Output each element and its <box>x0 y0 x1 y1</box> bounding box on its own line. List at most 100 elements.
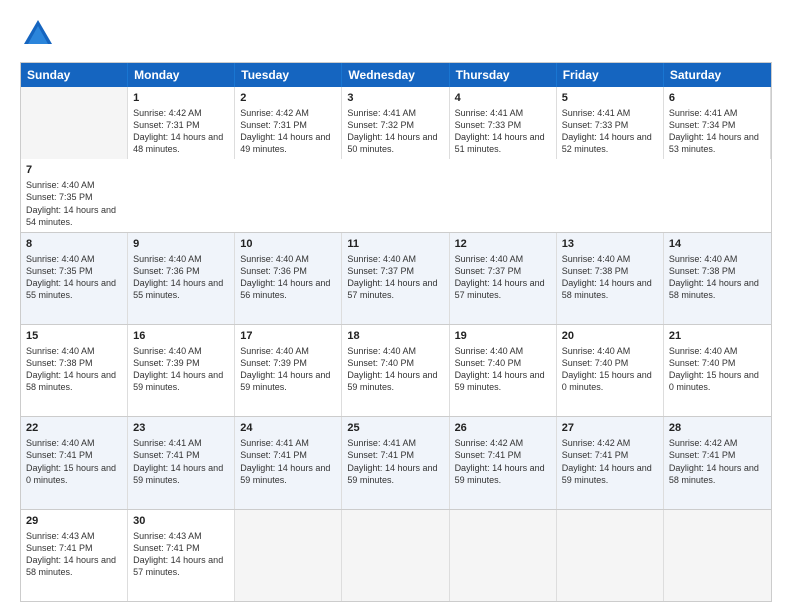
cell-info: Sunrise: 4:40 AMSunset: 7:40 PMDaylight:… <box>455 345 551 394</box>
calendar-row-2: 8Sunrise: 4:40 AMSunset: 7:35 PMDaylight… <box>21 232 771 324</box>
cell-info: Sunrise: 4:42 AMSunset: 7:41 PMDaylight:… <box>455 437 551 486</box>
day-number: 13 <box>562 237 658 252</box>
cell-info: Sunrise: 4:40 AMSunset: 7:36 PMDaylight:… <box>133 253 229 302</box>
day-number: 25 <box>347 421 443 436</box>
cell-info: Sunrise: 4:40 AMSunset: 7:39 PMDaylight:… <box>133 345 229 394</box>
cell-info: Sunrise: 4:42 AMSunset: 7:31 PMDaylight:… <box>133 107 229 156</box>
cell-info: Sunrise: 4:40 AMSunset: 7:35 PMDaylight:… <box>26 253 122 302</box>
day-cell-7: 7Sunrise: 4:40 AMSunset: 7:35 PMDaylight… <box>21 159 128 231</box>
day-number: 21 <box>669 329 766 344</box>
cell-info: Sunrise: 4:42 AMSunset: 7:41 PMDaylight:… <box>669 437 766 486</box>
cell-info: Sunrise: 4:40 AMSunset: 7:39 PMDaylight:… <box>240 345 336 394</box>
day-cell-15: 15Sunrise: 4:40 AMSunset: 7:38 PMDayligh… <box>21 325 128 416</box>
day-cell-8: 8Sunrise: 4:40 AMSunset: 7:35 PMDaylight… <box>21 233 128 324</box>
day-number: 20 <box>562 329 658 344</box>
cell-info: Sunrise: 4:40 AMSunset: 7:38 PMDaylight:… <box>562 253 658 302</box>
calendar-row-4: 22Sunrise: 4:40 AMSunset: 7:41 PMDayligh… <box>21 416 771 508</box>
cell-info: Sunrise: 4:41 AMSunset: 7:33 PMDaylight:… <box>562 107 658 156</box>
day-cell-22: 22Sunrise: 4:40 AMSunset: 7:41 PMDayligh… <box>21 417 128 508</box>
empty-cell-4-2 <box>235 510 342 601</box>
logo <box>20 16 62 52</box>
day-number: 30 <box>133 514 229 529</box>
day-cell-6: 6Sunrise: 4:41 AMSunset: 7:34 PMDaylight… <box>664 87 771 159</box>
day-number: 7 <box>26 163 123 178</box>
day-number: 18 <box>347 329 443 344</box>
cell-info: Sunrise: 4:43 AMSunset: 7:41 PMDaylight:… <box>26 530 122 579</box>
day-cell-12: 12Sunrise: 4:40 AMSunset: 7:37 PMDayligh… <box>450 233 557 324</box>
day-cell-14: 14Sunrise: 4:40 AMSunset: 7:38 PMDayligh… <box>664 233 771 324</box>
day-number: 26 <box>455 421 551 436</box>
day-number: 5 <box>562 91 658 106</box>
cell-info: Sunrise: 4:40 AMSunset: 7:36 PMDaylight:… <box>240 253 336 302</box>
day-number: 6 <box>669 91 765 106</box>
day-number: 14 <box>669 237 766 252</box>
day-cell-29: 29Sunrise: 4:43 AMSunset: 7:41 PMDayligh… <box>21 510 128 601</box>
cell-info: Sunrise: 4:40 AMSunset: 7:35 PMDaylight:… <box>26 179 123 228</box>
day-cell-11: 11Sunrise: 4:40 AMSunset: 7:37 PMDayligh… <box>342 233 449 324</box>
day-number: 24 <box>240 421 336 436</box>
day-cell-17: 17Sunrise: 4:40 AMSunset: 7:39 PMDayligh… <box>235 325 342 416</box>
day-cell-26: 26Sunrise: 4:42 AMSunset: 7:41 PMDayligh… <box>450 417 557 508</box>
day-number: 11 <box>347 237 443 252</box>
cell-info: Sunrise: 4:41 AMSunset: 7:33 PMDaylight:… <box>455 107 551 156</box>
day-number: 9 <box>133 237 229 252</box>
header-day-monday: Monday <box>128 63 235 87</box>
cell-info: Sunrise: 4:40 AMSunset: 7:41 PMDaylight:… <box>26 437 122 486</box>
cell-info: Sunrise: 4:40 AMSunset: 7:37 PMDaylight:… <box>347 253 443 302</box>
day-cell-30: 30Sunrise: 4:43 AMSunset: 7:41 PMDayligh… <box>128 510 235 601</box>
day-number: 15 <box>26 329 122 344</box>
day-cell-28: 28Sunrise: 4:42 AMSunset: 7:41 PMDayligh… <box>664 417 771 508</box>
day-number: 3 <box>347 91 443 106</box>
day-cell-3: 3Sunrise: 4:41 AMSunset: 7:32 PMDaylight… <box>342 87 449 159</box>
day-cell-2: 2Sunrise: 4:42 AMSunset: 7:31 PMDaylight… <box>235 87 342 159</box>
day-number: 2 <box>240 91 336 106</box>
header-day-sunday: Sunday <box>21 63 128 87</box>
day-cell-27: 27Sunrise: 4:42 AMSunset: 7:41 PMDayligh… <box>557 417 664 508</box>
day-cell-25: 25Sunrise: 4:41 AMSunset: 7:41 PMDayligh… <box>342 417 449 508</box>
day-cell-20: 20Sunrise: 4:40 AMSunset: 7:40 PMDayligh… <box>557 325 664 416</box>
cell-info: Sunrise: 4:42 AMSunset: 7:31 PMDaylight:… <box>240 107 336 156</box>
day-number: 22 <box>26 421 122 436</box>
day-number: 23 <box>133 421 229 436</box>
empty-cell-4-5 <box>557 510 664 601</box>
day-cell-21: 21Sunrise: 4:40 AMSunset: 7:40 PMDayligh… <box>664 325 771 416</box>
day-cell-16: 16Sunrise: 4:40 AMSunset: 7:39 PMDayligh… <box>128 325 235 416</box>
cell-info: Sunrise: 4:43 AMSunset: 7:41 PMDaylight:… <box>133 530 229 579</box>
calendar-header: SundayMondayTuesdayWednesdayThursdayFrid… <box>21 63 771 87</box>
header-day-saturday: Saturday <box>664 63 771 87</box>
day-cell-1: 1Sunrise: 4:42 AMSunset: 7:31 PMDaylight… <box>128 87 235 159</box>
cell-info: Sunrise: 4:40 AMSunset: 7:40 PMDaylight:… <box>669 345 766 394</box>
day-cell-24: 24Sunrise: 4:41 AMSunset: 7:41 PMDayligh… <box>235 417 342 508</box>
calendar-row-5: 29Sunrise: 4:43 AMSunset: 7:41 PMDayligh… <box>21 509 771 601</box>
calendar-row-1: 1Sunrise: 4:42 AMSunset: 7:31 PMDaylight… <box>21 87 771 232</box>
logo-icon <box>20 16 56 52</box>
calendar-body: 1Sunrise: 4:42 AMSunset: 7:31 PMDaylight… <box>21 87 771 601</box>
cell-info: Sunrise: 4:40 AMSunset: 7:40 PMDaylight:… <box>347 345 443 394</box>
cell-info: Sunrise: 4:41 AMSunset: 7:41 PMDaylight:… <box>133 437 229 486</box>
calendar-row-3: 15Sunrise: 4:40 AMSunset: 7:38 PMDayligh… <box>21 324 771 416</box>
cell-info: Sunrise: 4:41 AMSunset: 7:41 PMDaylight:… <box>347 437 443 486</box>
day-cell-4: 4Sunrise: 4:41 AMSunset: 7:33 PMDaylight… <box>450 87 557 159</box>
cell-info: Sunrise: 4:40 AMSunset: 7:38 PMDaylight:… <box>669 253 766 302</box>
day-number: 19 <box>455 329 551 344</box>
day-number: 16 <box>133 329 229 344</box>
empty-cell-0-0 <box>21 87 128 159</box>
header-day-friday: Friday <box>557 63 664 87</box>
empty-cell-4-3 <box>342 510 449 601</box>
day-number: 4 <box>455 91 551 106</box>
header-day-tuesday: Tuesday <box>235 63 342 87</box>
empty-cell-4-6 <box>664 510 771 601</box>
cell-info: Sunrise: 4:40 AMSunset: 7:40 PMDaylight:… <box>562 345 658 394</box>
day-cell-18: 18Sunrise: 4:40 AMSunset: 7:40 PMDayligh… <box>342 325 449 416</box>
day-number: 27 <box>562 421 658 436</box>
empty-cell-4-4 <box>450 510 557 601</box>
cell-info: Sunrise: 4:41 AMSunset: 7:32 PMDaylight:… <box>347 107 443 156</box>
day-number: 1 <box>133 91 229 106</box>
cell-info: Sunrise: 4:41 AMSunset: 7:41 PMDaylight:… <box>240 437 336 486</box>
day-cell-9: 9Sunrise: 4:40 AMSunset: 7:36 PMDaylight… <box>128 233 235 324</box>
calendar: SundayMondayTuesdayWednesdayThursdayFrid… <box>20 62 772 602</box>
day-number: 28 <box>669 421 766 436</box>
day-cell-23: 23Sunrise: 4:41 AMSunset: 7:41 PMDayligh… <box>128 417 235 508</box>
cell-info: Sunrise: 4:41 AMSunset: 7:34 PMDaylight:… <box>669 107 765 156</box>
page-header <box>20 16 772 52</box>
